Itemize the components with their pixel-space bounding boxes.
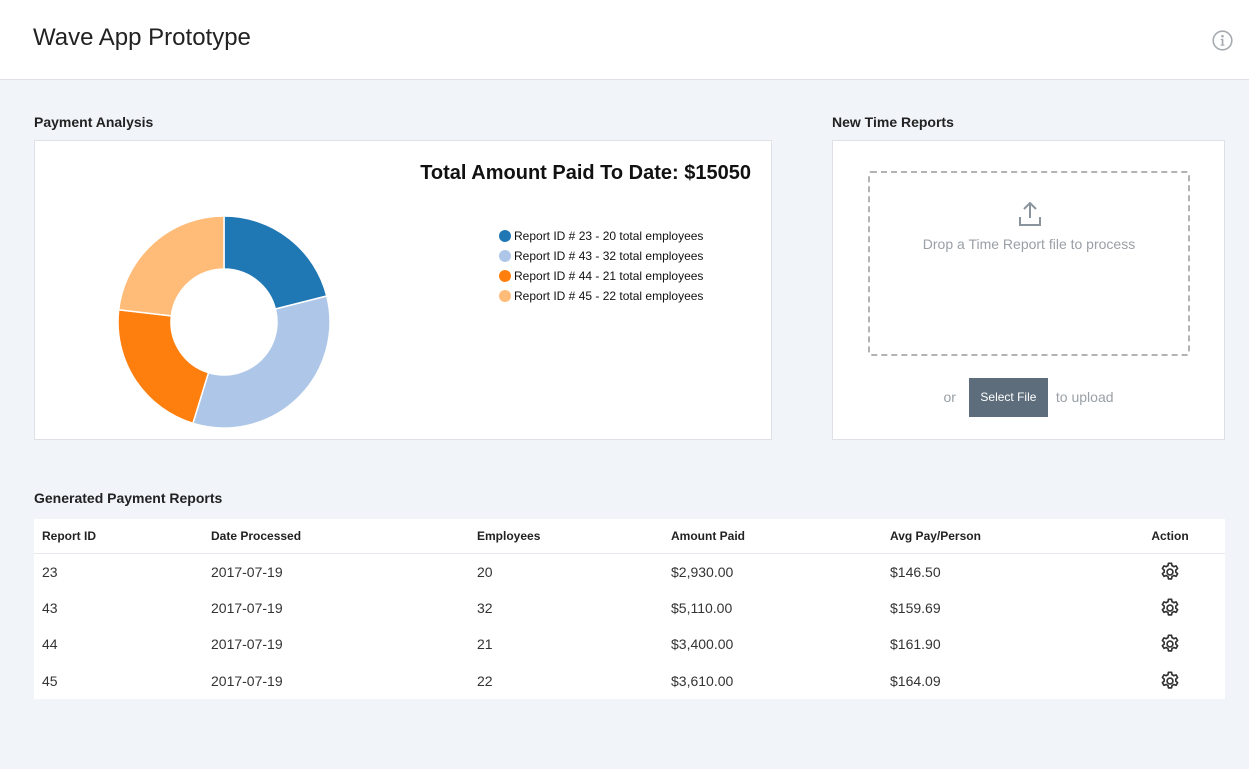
legend-label: Report ID # 45 - 22 total employees bbox=[514, 289, 704, 303]
table-header-row: Report ID Date Processed Employees Amoun… bbox=[34, 519, 1225, 554]
cell-action bbox=[1115, 663, 1225, 700]
column-header-date-processed: Date Processed bbox=[203, 519, 469, 554]
to-upload-text: to upload bbox=[1055, 389, 1114, 405]
column-header-amount-paid: Amount Paid bbox=[663, 519, 882, 554]
payment-analysis-title: Payment Analysis bbox=[34, 114, 154, 130]
donut-chart bbox=[117, 215, 331, 429]
legend-item: Report ID # 45 - 22 total employees bbox=[499, 286, 703, 306]
file-dropzone[interactable]: Drop a Time Report file to process bbox=[868, 171, 1190, 356]
table-row: 43 2017-07-19 32 $5,110.00 $159.69 bbox=[34, 590, 1225, 627]
cell-amount-paid: $5,110.00 bbox=[671, 599, 733, 616]
cell-date-processed: 2017-07-19 bbox=[211, 563, 283, 580]
info-icon[interactable] bbox=[1212, 30, 1233, 51]
cell-employees: 21 bbox=[477, 636, 493, 653]
column-header-avg-pay: Avg Pay/Person bbox=[882, 519, 1115, 554]
gear-icon[interactable] bbox=[1159, 670, 1181, 692]
time-reports-panel: Drop a Time Report file to process or Se… bbox=[832, 140, 1225, 440]
cell-date-processed: 2017-07-19 bbox=[211, 599, 283, 616]
table-row: 23 2017-07-19 20 $2,930.00 $146.50 bbox=[34, 553, 1225, 590]
cell-avg-pay: $146.50 bbox=[890, 563, 941, 580]
cell-amount-paid: $2,930.00 bbox=[671, 563, 734, 580]
column-header-employees: Employees bbox=[469, 519, 663, 554]
time-reports-title: New Time Reports bbox=[832, 114, 954, 130]
legend-swatch bbox=[499, 270, 511, 282]
cell-report-id: 23 bbox=[42, 563, 58, 580]
legend-label: Report ID # 44 - 21 total employees bbox=[514, 269, 704, 283]
table-row: 44 2017-07-19 21 $3,400.00 $161.90 bbox=[34, 626, 1225, 663]
cell-employees: 22 bbox=[477, 672, 493, 689]
cell-action bbox=[1115, 590, 1225, 627]
legend-swatch bbox=[499, 250, 511, 262]
cell-action bbox=[1115, 553, 1225, 590]
cell-amount-paid: $3,610.00 bbox=[671, 672, 734, 689]
cell-amount-paid: $3,400.00 bbox=[671, 636, 734, 653]
table-row: 45 2017-07-19 22 $3,610.00 $164.09 bbox=[34, 663, 1225, 700]
cell-report-id: 43 bbox=[42, 599, 58, 616]
donut-slice bbox=[117, 215, 225, 317]
gear-icon[interactable] bbox=[1159, 561, 1181, 583]
generated-reports-title: Generated Payment Reports bbox=[34, 490, 223, 506]
legend-swatch bbox=[499, 230, 511, 242]
cell-avg-pay: $159.69 bbox=[890, 599, 941, 616]
gear-icon[interactable] bbox=[1159, 597, 1181, 619]
cell-report-id: 45 bbox=[42, 672, 58, 689]
upload-icon bbox=[1019, 201, 1041, 226]
or-text: or bbox=[943, 389, 956, 405]
cell-date-processed: 2017-07-19 bbox=[211, 636, 283, 653]
cell-employees: 32 bbox=[477, 599, 493, 616]
legend-label: Report ID # 23 - 20 total employees bbox=[514, 229, 704, 243]
chart-legend: Report ID # 23 - 20 total employees Repor… bbox=[499, 226, 703, 306]
legend-item: Report ID # 44 - 21 total employees bbox=[499, 266, 703, 286]
cell-avg-pay: $164.09 bbox=[890, 672, 941, 689]
legend-label: Report ID # 43 - 32 total employees bbox=[514, 249, 704, 263]
column-header-report-id: Report ID bbox=[34, 519, 203, 554]
dropzone-text: Drop a Time Report file to process bbox=[922, 236, 1136, 252]
donut-slice bbox=[191, 295, 331, 429]
column-header-action: Action bbox=[1115, 519, 1225, 554]
legend-item: Report ID # 23 - 20 total employees bbox=[499, 226, 703, 246]
cell-action bbox=[1115, 626, 1225, 663]
payment-analysis-panel: Total Amount Paid To Date: $15050 Report… bbox=[34, 140, 772, 440]
select-file-button[interactable]: Select File bbox=[968, 377, 1048, 417]
chart-title: Total Amount Paid To Date: $15050 bbox=[420, 162, 751, 184]
cell-avg-pay: $161.90 bbox=[890, 636, 941, 653]
gear-icon[interactable] bbox=[1159, 633, 1181, 655]
upload-row: or Select File to upload bbox=[833, 377, 1224, 417]
donut-slice bbox=[117, 308, 210, 425]
app-header: Wave App Prototype bbox=[0, 0, 1249, 80]
donut-slice bbox=[223, 215, 328, 310]
app-title: Wave App Prototype bbox=[33, 24, 251, 51]
legend-item: Report ID # 43 - 32 total employees bbox=[499, 246, 703, 266]
cell-employees: 20 bbox=[477, 563, 493, 580]
cell-report-id: 44 bbox=[42, 636, 58, 653]
legend-swatch bbox=[499, 290, 511, 302]
cell-date-processed: 2017-07-19 bbox=[211, 672, 283, 689]
reports-table: Report ID Date Processed Employees Amoun… bbox=[34, 519, 1225, 699]
